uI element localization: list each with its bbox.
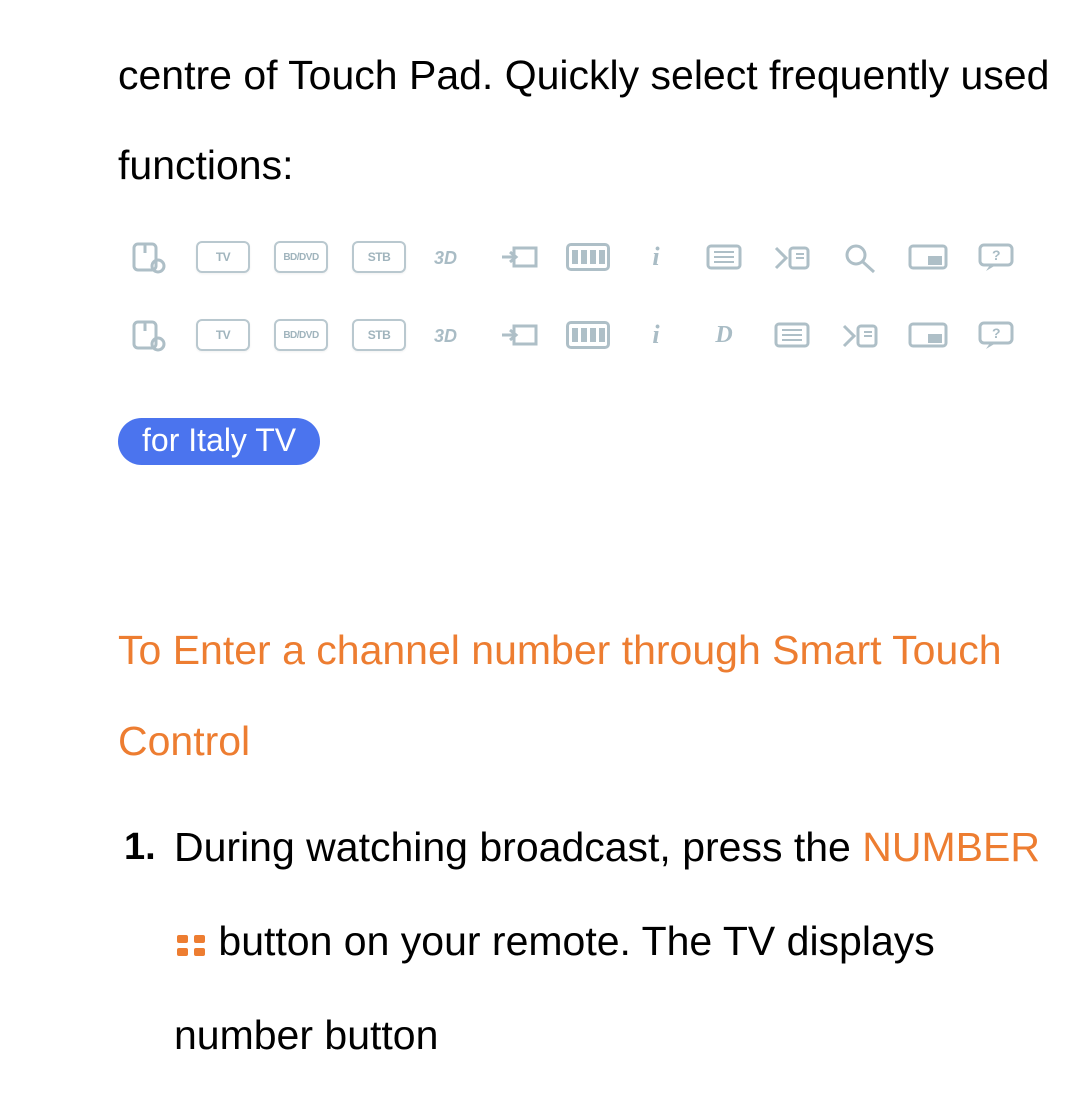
svg-text:?: ? [992, 325, 1001, 341]
help-icon: ? [974, 240, 1018, 274]
info-icon: i [634, 318, 678, 352]
bd-dvd-icon: BD/DVD [274, 241, 328, 273]
search-icon [838, 240, 882, 274]
power-settings-icon [128, 318, 172, 352]
svg-text:3D: 3D [434, 326, 457, 346]
section-heading: To Enter a channel number through Smart … [118, 605, 1060, 785]
list-icon [702, 240, 746, 274]
battery-bars-icon [566, 240, 610, 274]
help-icon: ? [974, 318, 1018, 352]
pip-icon [906, 318, 950, 352]
3d-icon: 3D [430, 318, 474, 352]
3d-icon: 3D [430, 240, 474, 274]
pip-icon [906, 240, 950, 274]
source-icon [498, 318, 542, 352]
step-text-a: During watching broadcast, press the [174, 824, 851, 870]
italy-badge: for Italy TV [118, 418, 320, 465]
steps-list: 1. During watching broadcast, press the … [118, 800, 1060, 1083]
stb-icon: STB [352, 241, 406, 273]
bd-dvd-icon: BD/DVD [274, 319, 328, 351]
icon-row-1: TV BD/DVD STB 3D i ? [128, 240, 1060, 274]
stb-icon: STB [352, 319, 406, 351]
svg-text:?: ? [992, 247, 1001, 263]
tv-icon: TV [196, 241, 250, 273]
sound-in-icon [838, 318, 882, 352]
icon-row-2: TV BD/DVD STB 3D i D ? [128, 318, 1060, 352]
power-settings-icon [128, 240, 172, 274]
number-grid-icon [177, 935, 207, 957]
d-logo-icon: D [702, 318, 746, 352]
sound-in-icon [770, 240, 814, 274]
list-icon [770, 318, 814, 352]
intro-text: centre of Touch Pad. Quickly select freq… [118, 30, 1060, 210]
info-icon: i [634, 240, 678, 274]
tv-icon: TV [196, 319, 250, 351]
step-1: 1. During watching broadcast, press the … [174, 800, 1060, 1083]
source-icon [498, 240, 542, 274]
svg-text:3D: 3D [434, 248, 457, 268]
step-number: 1. [124, 800, 156, 895]
battery-bars-icon [566, 318, 610, 352]
step-text-b: button on your remote. The TV displays n… [174, 918, 935, 1058]
